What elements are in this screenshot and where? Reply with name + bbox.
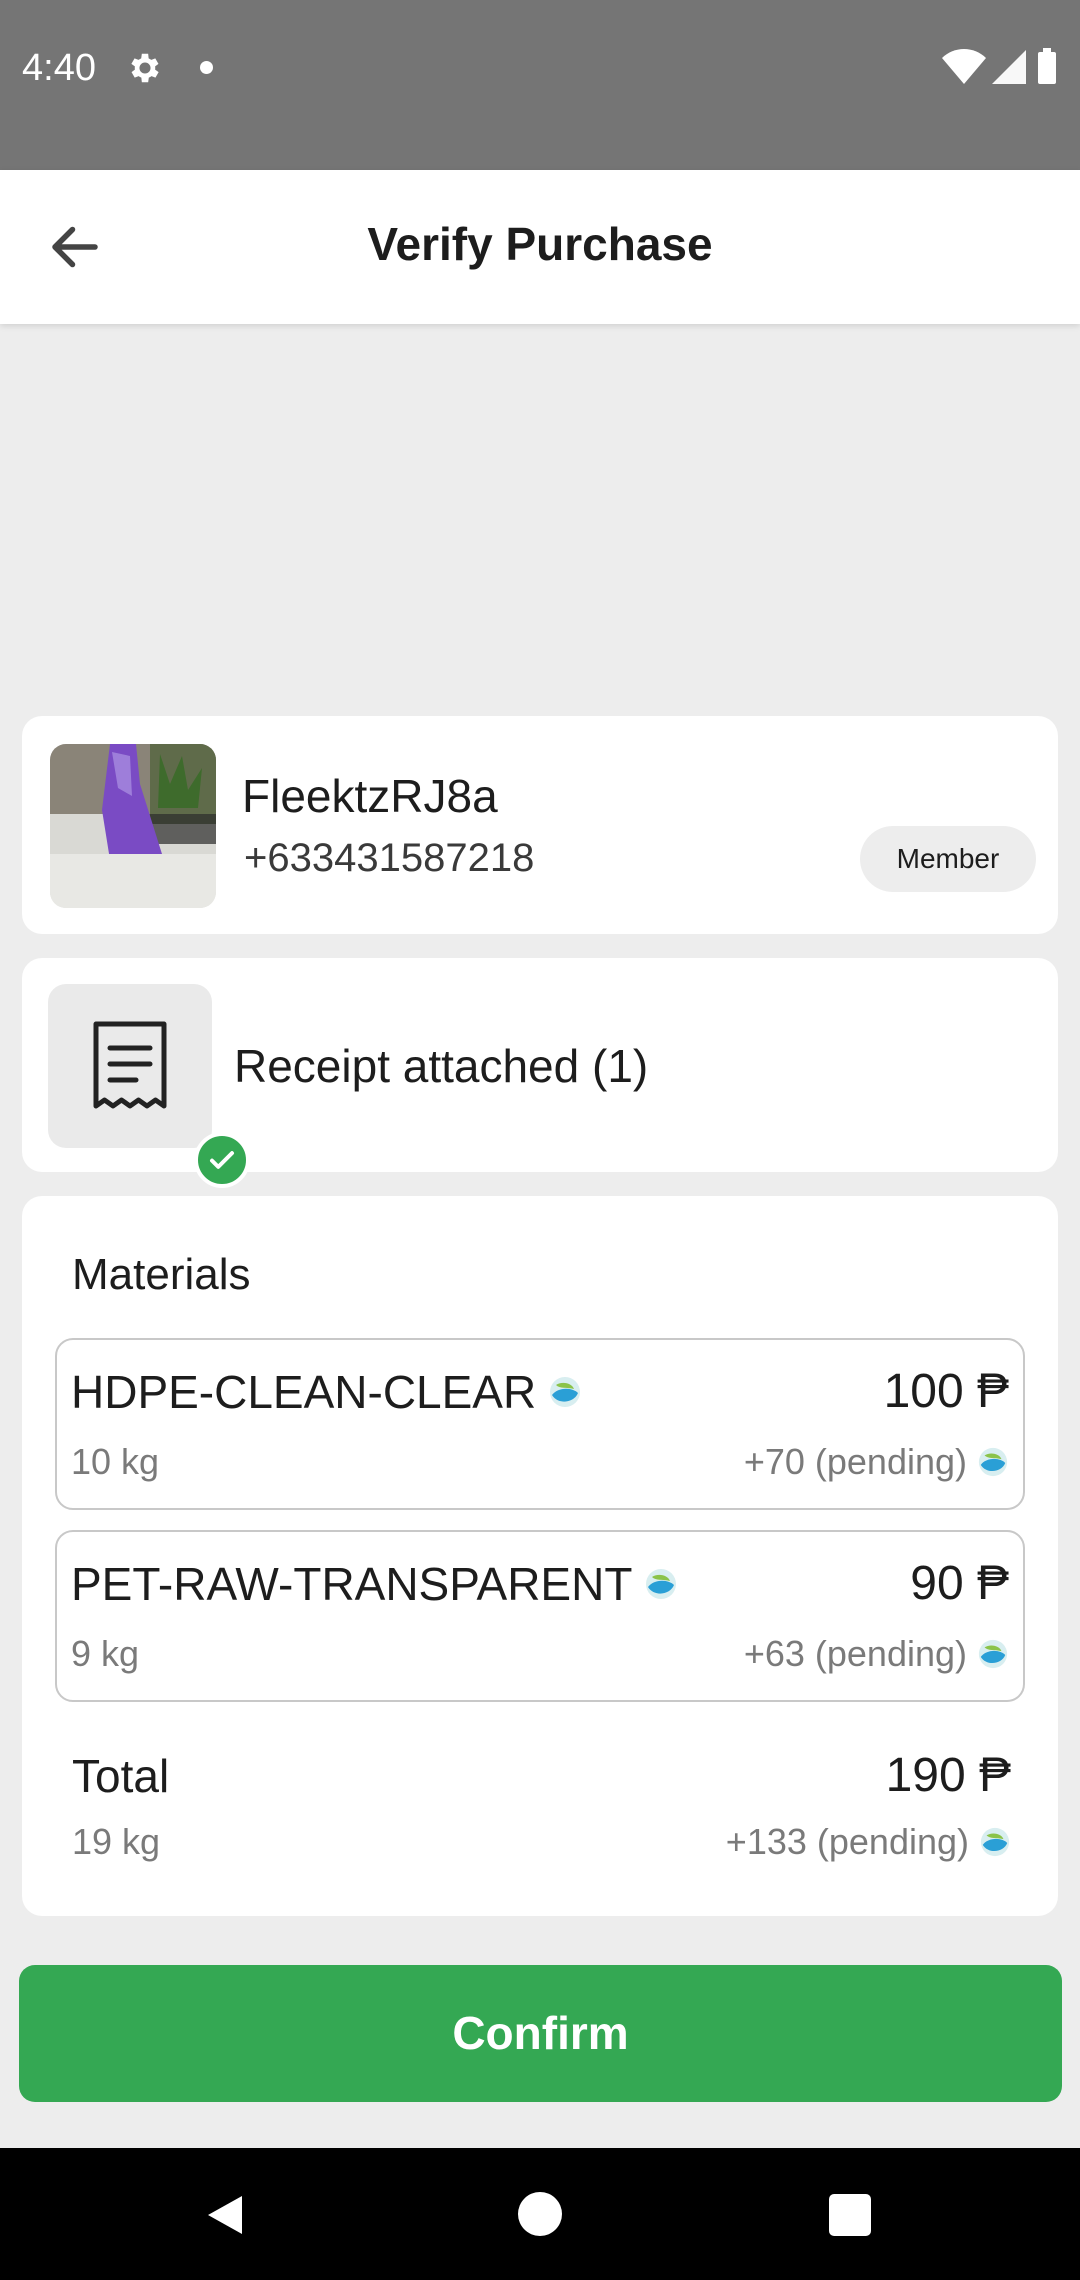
- material-name-row: HDPE-CLEAN-CLEAR: [71, 1364, 582, 1420]
- battery-icon: [1038, 48, 1056, 84]
- material-pending: +63 (pending): [743, 1633, 967, 1674]
- material-weight: 10 kg: [71, 1441, 160, 1482]
- materials-card: Materials HDPE-CLEAN-CLEAR 100 ₱ 10 kg +…: [22, 1196, 1058, 1916]
- user-phone: +633431587218: [244, 836, 535, 880]
- material-price: 100 ₱: [883, 1365, 1009, 1418]
- status-icons: [942, 48, 1056, 84]
- total-weight: 19 kg: [72, 1821, 161, 1862]
- materials-heading: Materials: [72, 1250, 251, 1299]
- status-time: 4:40: [22, 47, 96, 89]
- total-label: Total: [72, 1750, 170, 1802]
- material-price: 90 ₱: [910, 1557, 1009, 1610]
- nav-back-icon[interactable]: [202, 2192, 248, 2238]
- material-pending-row: +70 (pending): [744, 1440, 1009, 1484]
- cell-signal-icon: [992, 50, 1026, 84]
- wifi-icon: [942, 49, 986, 84]
- avatar: [50, 744, 216, 908]
- receipt-icon: [93, 1021, 167, 1109]
- total-pending: +133 (pending): [725, 1821, 969, 1862]
- confirm-button[interactable]: Confirm: [19, 1965, 1062, 2102]
- receipt-attached-label: Receipt attached (1): [234, 1040, 649, 1092]
- eco-coin-icon: [980, 1827, 1010, 1857]
- notification-dot-icon: [200, 61, 213, 74]
- total-price: 190 ₱: [885, 1749, 1011, 1802]
- material-name: PET-RAW-TRANSPARENT: [71, 1558, 633, 1610]
- total-pending-row: +133 (pending): [726, 1820, 1011, 1864]
- eco-coin-icon: [646, 1569, 677, 1599]
- role-badge: Member: [860, 826, 1036, 892]
- user-name: FleektzRJ8a: [242, 770, 498, 822]
- material-weight: 9 kg: [71, 1633, 140, 1674]
- material-pending-row: +63 (pending): [744, 1632, 1009, 1676]
- material-item[interactable]: HDPE-CLEAN-CLEAR 100 ₱ 10 kg +70 (pendin…: [55, 1338, 1025, 1510]
- material-name-row: PET-RAW-TRANSPARENT: [71, 1556, 678, 1612]
- user-card: FleektzRJ8a +633431587218 Member: [22, 716, 1058, 934]
- eco-coin-icon: [978, 1639, 1008, 1669]
- receipt-thumbnail[interactable]: [48, 984, 250, 1188]
- status-bar: 4:40: [0, 0, 1080, 170]
- settings-icon: [131, 53, 159, 83]
- check-circle-icon: [194, 1132, 250, 1188]
- material-item[interactable]: PET-RAW-TRANSPARENT 90 ₱ 9 kg +63 (pendi…: [55, 1530, 1025, 1702]
- receipt-card[interactable]: Receipt attached (1): [22, 958, 1058, 1188]
- app-bar: Verify Purchase: [0, 170, 1080, 324]
- avatar-image: [50, 744, 216, 908]
- material-name: HDPE-CLEAN-CLEAR: [71, 1366, 537, 1418]
- eco-coin-icon: [978, 1447, 1008, 1477]
- eco-coin-icon: [550, 1377, 581, 1407]
- system-nav-bar: [0, 2148, 1080, 2280]
- material-pending: +70 (pending): [743, 1441, 967, 1482]
- nav-recents-icon[interactable]: [829, 2194, 871, 2236]
- page-title: Verify Purchase: [367, 218, 713, 270]
- nav-home-icon[interactable]: [518, 2192, 562, 2236]
